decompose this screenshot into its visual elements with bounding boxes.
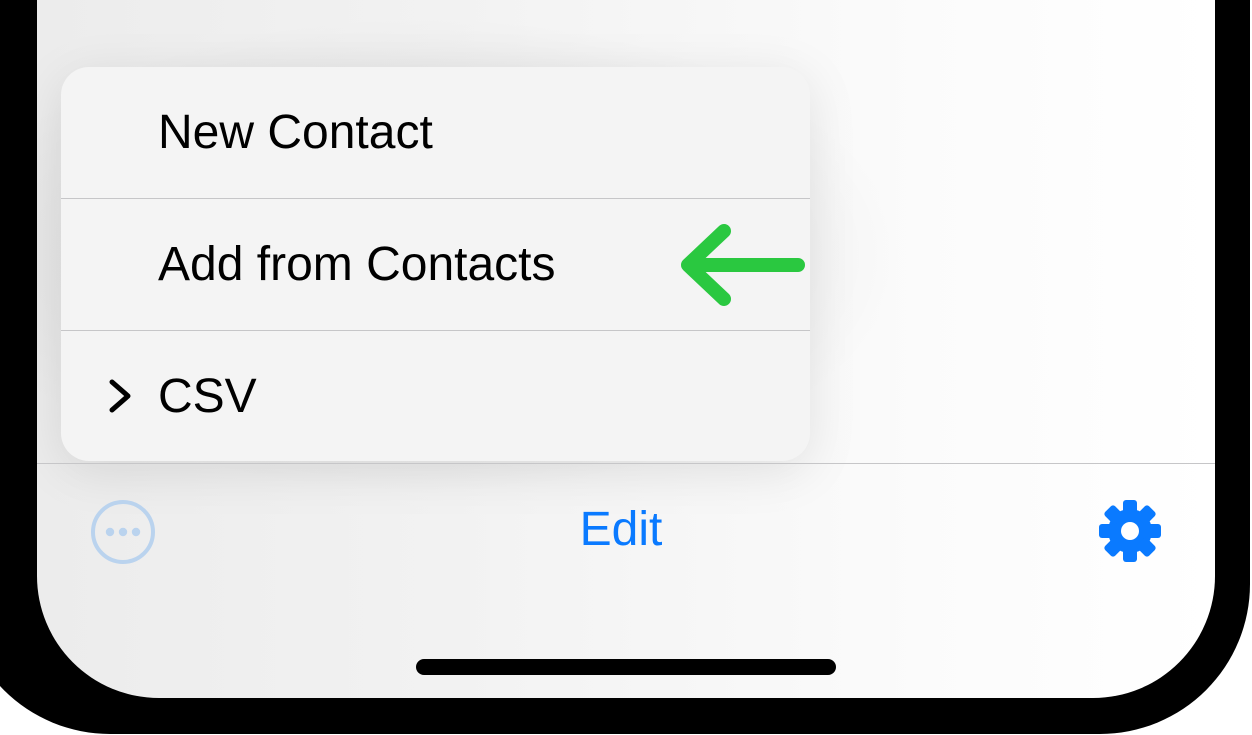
- phone-screen: New Contact Add from Contacts CSV Edit: [37, 0, 1215, 698]
- home-indicator: [416, 659, 836, 675]
- toolbar-divider: [37, 463, 1215, 464]
- gear-icon: [1099, 500, 1161, 562]
- chevron-right-icon: [109, 379, 131, 413]
- ellipsis-circle-icon: [91, 500, 155, 564]
- menu-item-label: New Contact: [158, 106, 433, 159]
- arrow-left-icon: [681, 224, 805, 306]
- edit-button[interactable]: Edit: [521, 500, 721, 560]
- settings-button[interactable]: [1097, 498, 1163, 564]
- menu-item-new-contact[interactable]: New Contact: [61, 67, 810, 198]
- menu-item-label: CSV: [158, 370, 257, 423]
- more-button[interactable]: [90, 499, 156, 565]
- menu-item-label: Add from Contacts: [158, 238, 556, 291]
- menu-item-csv[interactable]: CSV: [61, 331, 810, 461]
- menu-item-add-from-contacts[interactable]: Add from Contacts: [61, 199, 810, 330]
- screenshot-stage: New Contact Add from Contacts CSV Edit: [0, 0, 1252, 735]
- context-menu: New Contact Add from Contacts CSV: [61, 67, 810, 461]
